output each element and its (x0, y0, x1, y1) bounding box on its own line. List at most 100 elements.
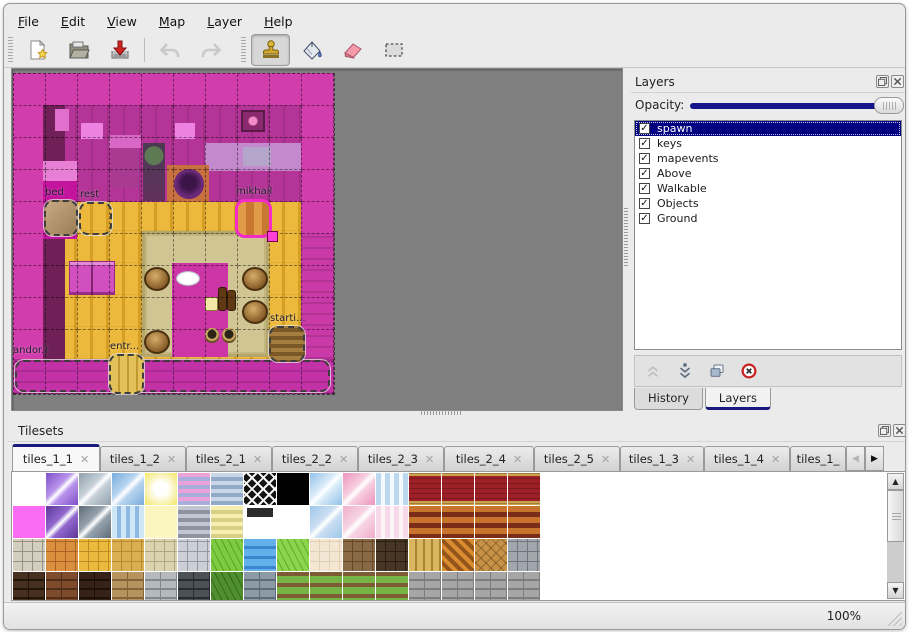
menu-help[interactable]: Help (254, 12, 303, 31)
tab-close-icon[interactable]: ✕ (339, 453, 348, 466)
tile[interactable] (442, 506, 474, 538)
tile[interactable] (310, 539, 342, 571)
tile[interactable] (244, 539, 276, 571)
new-map-button[interactable] (18, 34, 57, 66)
tile[interactable] (79, 506, 111, 538)
layers-float-button[interactable] (876, 75, 889, 88)
tile[interactable] (376, 572, 408, 601)
save-map-button[interactable] (100, 34, 139, 66)
tileset-tab-tiles_1_4[interactable]: tiles_1_4✕ (704, 446, 790, 471)
tile[interactable] (310, 473, 342, 505)
tile[interactable] (409, 539, 441, 571)
tile[interactable] (46, 473, 78, 505)
layer-row-Above[interactable]: ✓Above (635, 166, 901, 181)
tileset-tab-tiles_2_5[interactable]: tiles_2_5✕ (534, 446, 620, 471)
tab-close-icon[interactable]: ✕ (601, 453, 610, 466)
tilesets-close-button[interactable] (893, 424, 906, 437)
tile[interactable] (508, 473, 540, 505)
bucket-fill-button[interactable] (292, 34, 331, 66)
eraser-button[interactable] (333, 34, 372, 66)
tile[interactable] (46, 539, 78, 571)
tile[interactable] (508, 506, 540, 538)
object-resize-handle[interactable] (267, 231, 278, 242)
tab-close-icon[interactable]: ✕ (253, 453, 262, 466)
tile[interactable] (475, 473, 507, 505)
vertical-splitter[interactable] (623, 68, 629, 409)
tileset-tab-tiles_2_3[interactable]: tiles_2_3✕ (358, 446, 444, 471)
tile[interactable] (409, 473, 441, 505)
map-object-andor[interactable] (15, 360, 330, 392)
tile[interactable] (376, 506, 408, 538)
layer-row-keys[interactable]: ✓keys (635, 136, 901, 151)
map-object-bed[interactable] (44, 200, 78, 236)
scroll-down-button[interactable]: ▼ (887, 582, 904, 599)
tile[interactable] (310, 572, 342, 601)
tile[interactable] (244, 572, 276, 601)
menu-map[interactable]: Map (149, 12, 195, 31)
layer-row-mapevents[interactable]: ✓mapevents (635, 151, 901, 166)
scroll-up-button[interactable]: ▲ (887, 473, 904, 490)
tile[interactable] (112, 539, 144, 571)
tile[interactable] (211, 506, 243, 538)
tileset-tab-tiles_1_[interactable]: tiles_1_ (790, 446, 846, 471)
layers-close-button[interactable] (891, 75, 904, 88)
menu-edit[interactable]: Edit (51, 12, 95, 31)
tile[interactable] (376, 473, 408, 505)
tile[interactable] (13, 506, 45, 538)
tile[interactable] (46, 572, 78, 601)
stamp-brush-button[interactable] (251, 34, 290, 66)
tab-close-icon[interactable]: ✕ (167, 453, 176, 466)
tab-close-icon[interactable]: ✕ (771, 453, 780, 466)
tile[interactable] (79, 539, 111, 571)
tileset-tab-tiles_1_2[interactable]: tiles_1_2✕ (100, 446, 186, 471)
scrollbar-thumb[interactable] (887, 490, 904, 542)
tab-layers[interactable]: Layers (705, 388, 771, 410)
tab-close-icon[interactable]: ✕ (686, 453, 695, 466)
horizontal-splitter-handle[interactable] (421, 410, 461, 415)
tile[interactable] (211, 539, 243, 571)
layer-row-Walkable[interactable]: ✓Walkable (635, 181, 901, 196)
tile[interactable] (145, 572, 177, 601)
tileset-tab-tiles_2_1[interactable]: tiles_2_1✕ (186, 446, 272, 471)
layer-visibility-checkbox[interactable]: ✓ (639, 213, 650, 224)
resize-grip[interactable] (884, 608, 902, 626)
tile[interactable] (508, 572, 540, 601)
tile[interactable] (475, 539, 507, 571)
lower-layer-button[interactable] (673, 359, 697, 383)
layer-visibility-checkbox[interactable]: ✓ (639, 183, 650, 194)
tile[interactable] (178, 539, 210, 571)
tile[interactable] (343, 572, 375, 601)
duplicate-layer-button[interactable] (705, 359, 729, 383)
opacity-slider[interactable] (690, 103, 902, 109)
tile[interactable] (277, 572, 309, 601)
tile[interactable] (409, 572, 441, 601)
tileset-tab-tiles_1_3[interactable]: tiles_1_3✕ (620, 446, 704, 471)
tile[interactable] (244, 506, 276, 538)
tile[interactable] (145, 473, 177, 505)
tile[interactable] (112, 572, 144, 601)
tile[interactable] (46, 506, 78, 538)
layer-visibility-checkbox[interactable]: ✓ (639, 138, 650, 149)
redo-button[interactable] (191, 34, 230, 66)
tile[interactable] (178, 572, 210, 601)
layer-row-spawn[interactable]: ✓spawn (635, 121, 901, 136)
layer-row-Ground[interactable]: ✓Ground (635, 211, 901, 226)
open-map-button[interactable] (59, 34, 98, 66)
layer-row-Objects[interactable]: ✓Objects (635, 196, 901, 211)
tileset-tab-tiles_2_2[interactable]: tiles_2_2✕ (272, 446, 358, 471)
tile[interactable] (343, 506, 375, 538)
tile[interactable] (112, 473, 144, 505)
tileset-tab-tiles_1_1[interactable]: tiles_1_1✕ (12, 444, 100, 471)
tile[interactable] (79, 572, 111, 601)
tileset-tab-tiles_2_4[interactable]: tiles_2_4✕ (444, 446, 534, 471)
tab-close-icon[interactable]: ✕ (513, 453, 522, 466)
layer-visibility-checkbox[interactable]: ✓ (639, 153, 650, 164)
menu-file[interactable]: File (8, 12, 49, 31)
tile[interactable] (343, 539, 375, 571)
tab-close-icon[interactable]: ✕ (80, 453, 89, 466)
rect-select-button[interactable] (374, 34, 413, 66)
map-object-rest[interactable] (79, 202, 112, 235)
map-canvas[interactable]: andor.)entr...bedreststarti...mikhail (13, 73, 334, 394)
tile[interactable] (178, 506, 210, 538)
tilesets-float-button[interactable] (878, 424, 891, 437)
